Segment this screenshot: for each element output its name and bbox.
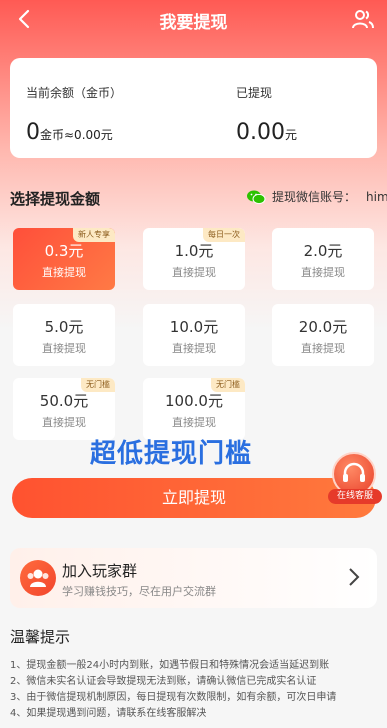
chevron-right-icon — [347, 565, 361, 594]
amount-option[interactable]: 新人专享 0.3元 直接提现 — [13, 228, 115, 290]
nav-bar: 我要提现 — [0, 0, 387, 38]
balance-card: 当前余额（金币） 0金币≈0.00元 已提现 0.00元 — [10, 58, 377, 158]
option-subtitle: 直接提现 — [172, 342, 216, 355]
tip-item: 1、提现金额一般24小时内到账，如遇节假日和特殊情况会适当延迟到账 — [10, 660, 330, 671]
option-subtitle: 直接提现 — [172, 416, 216, 429]
option-subtitle: 直接提现 — [301, 342, 345, 355]
tips-title: 温馨提示 — [10, 628, 71, 646]
withdrawn-number: 0.00 — [236, 120, 285, 145]
group-title: 加入玩家群 — [62, 562, 138, 580]
amount-option[interactable]: 10.0元 直接提现 — [143, 304, 245, 366]
withdrawn-label: 已提现 — [236, 86, 273, 100]
option-amount: 20.0元 — [298, 318, 348, 336]
promo-overlay-text: 超低提现门槛 — [90, 439, 253, 469]
join-group-card[interactable]: 加入玩家群 学习赚钱技巧，尽在用户交流群 — [10, 548, 377, 608]
wechat-account-label: 提现微信账号： — [272, 190, 357, 204]
option-amount: 10.0元 — [169, 318, 219, 336]
option-amount: 100.0元 — [165, 392, 223, 410]
amount-option[interactable]: 2.0元 直接提现 — [272, 228, 374, 290]
section-title: 选择提现金额 — [10, 190, 101, 208]
tip-item: 4、如果提现遇到问题，请联系在线客服解决 — [10, 708, 207, 719]
wechat-account[interactable]: 提现微信账号： him — [246, 188, 387, 205]
wechat-icon — [247, 190, 266, 204]
amount-section-header: 选择提现金额 提现微信账号： him — [10, 186, 387, 209]
withdraw-now-button[interactable]: 立即提现 — [12, 478, 376, 518]
option-amount: 50.0元 — [39, 392, 89, 410]
online-service-label: 在线客服 — [328, 489, 382, 504]
amount-option[interactable]: 20.0元 直接提现 — [272, 304, 374, 366]
current-balance-number: 0 — [26, 120, 40, 145]
group-subtitle: 学习赚钱技巧，尽在用户交流群 — [62, 585, 216, 598]
user-group-icon[interactable] — [351, 7, 375, 31]
online-service-button[interactable]: 在线客服 — [328, 452, 382, 506]
option-amount: 0.3元 — [44, 242, 84, 260]
amount-option[interactable]: 无门槛 100.0元 直接提现 — [143, 378, 245, 440]
tips-list: 1、提现金额一般24小时内到账，如遇节假日和特殊情况会适当延迟到账 2、微信未实… — [10, 658, 380, 722]
withdrawn-unit: 元 — [284, 128, 297, 142]
amount-option[interactable]: 每日一次 1.0元 直接提现 — [143, 228, 245, 290]
option-subtitle: 直接提现 — [42, 266, 86, 279]
option-subtitle: 直接提现 — [42, 416, 86, 429]
wechat-account-value: him — [366, 189, 387, 204]
group-icon — [20, 560, 56, 596]
current-balance-label: 当前余额（金币） — [26, 86, 123, 100]
tip-item: 3、由于微信提现机制原因，每日提现有次数限制，如有余额，可次日申请 — [10, 692, 337, 703]
option-amount: 5.0元 — [44, 318, 84, 336]
page-title: 我要提现 — [159, 13, 228, 33]
amount-option[interactable]: 无门槛 50.0元 直接提现 — [13, 378, 115, 440]
withdrawn-value: 0.00元 — [236, 120, 297, 145]
current-balance-value: 0金币≈0.00元 — [26, 120, 113, 145]
option-subtitle: 直接提现 — [172, 266, 216, 279]
option-subtitle: 直接提现 — [301, 266, 345, 279]
tip-item: 2、微信未实名认证会导致提现无法到账，请确认微信已完成实名认证 — [10, 676, 317, 687]
amount-option[interactable]: 5.0元 直接提现 — [13, 304, 115, 366]
option-amount: 1.0元 — [174, 242, 214, 260]
current-balance-unit: 金币≈0.00元 — [40, 128, 113, 142]
option-amount: 2.0元 — [303, 242, 343, 260]
option-subtitle: 直接提现 — [42, 342, 86, 355]
